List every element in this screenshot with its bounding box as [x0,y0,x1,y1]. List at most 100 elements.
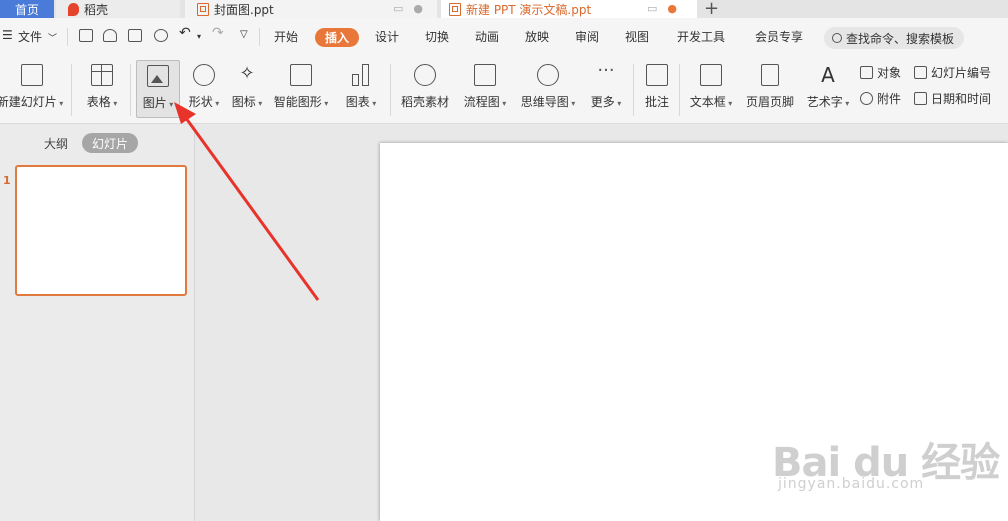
menu-slideshow[interactable]: 放映 [525,28,549,45]
icon-button[interactable]: ✧ 图标 ▾ [228,60,266,118]
more-label: 更多 [590,95,615,109]
menu-developer[interactable]: 开发工具 [677,28,725,45]
tab-file-new-tools: ▭ ● [647,2,677,15]
mindmap-button[interactable]: 思维导图 ▾ [518,60,578,118]
hamburger-menu-icon[interactable]: ☰ [2,28,13,42]
search-placeholder: 查找命令、搜索模板 [846,31,955,46]
more-button[interactable]: ··· 更多 ▾ [586,60,626,118]
dropdown-arrow-icon: ▾ [56,99,64,108]
monitor-icon[interactable]: ▭ [647,2,657,15]
shape-button[interactable]: 形状 ▾ [183,60,225,118]
table-icon [91,64,113,86]
chevron-down-icon[interactable]: ﹀ [48,31,57,44]
slide-number-button[interactable]: 幻灯片编号 [914,64,991,81]
redo-icon[interactable]: ↷ [212,25,224,41]
comment-button[interactable]: 批注 [640,60,674,118]
undo-icon[interactable]: ↶ [179,25,191,41]
ppt-file-icon [197,2,209,16]
object-label: 对象 [877,66,902,80]
undo-dropdown-icon[interactable]: ▾ [197,32,201,41]
slide-number-label: 幻灯片编号 [931,66,992,80]
dropdown-arrow-icon: ▾ [166,100,174,109]
menu-file[interactable]: 文件 [18,28,42,45]
ribbon-divider [130,64,131,116]
divider [67,28,68,46]
mindmap-label: 思维导图 [520,95,569,109]
menu-view[interactable]: 视图 [625,28,649,45]
tab-daoke-label: 稻壳 [84,2,109,17]
picture-icon [147,65,169,87]
flowchart-label: 流程图 [463,95,500,109]
attachment-button[interactable]: 附件 [860,90,901,107]
smartart-button[interactable]: 智能图形 ▾ [272,60,330,118]
chart-button[interactable]: 图表 ▾ [340,60,382,118]
customize-toolbar-icon[interactable]: ▽ [240,29,248,40]
table-button[interactable]: 表格 ▾ [81,60,123,118]
new-tab-plus-icon[interactable]: + [704,0,719,19]
daoke-logo-icon [68,2,79,16]
wordart-label: 艺术字 [806,95,843,109]
tab-bar: 首页 稻壳 封面图.ppt ▭ ● 新建 PPT 演示文稿.ppt ▭ ● + [0,0,1008,19]
calendar-icon [914,92,927,105]
picture-button[interactable]: 图片 ▾ [136,60,180,118]
tab-home[interactable]: 首页 [0,0,54,18]
dropdown-arrow-icon: ▾ [725,99,733,108]
slide-panel: 大纲 幻灯片 1 [0,125,195,521]
date-time-label: 日期和时间 [931,92,992,106]
save-icon[interactable] [79,29,93,42]
tab-file-cover-label: 封面图.ppt [214,2,274,17]
menu-insert[interactable]: 插入 [315,28,359,47]
header-footer-icon [761,64,779,86]
chart-label: 图表 [345,95,370,109]
monitor-icon[interactable]: ▭ [393,2,403,15]
unsaved-dot-icon: ● [667,2,678,15]
print-icon[interactable] [128,29,142,42]
tab-slides[interactable]: 幻灯片 [82,133,138,153]
ribbon-divider [71,64,72,116]
smartart-icon [290,64,312,86]
format-painter-icon[interactable] [103,29,117,42]
ribbon-divider [633,64,634,116]
slide-number-icon [914,66,927,79]
material-icon [414,64,436,86]
daoke-material-button[interactable]: 稻壳素材 [398,60,452,118]
object-button[interactable]: 对象 [860,64,901,81]
dropdown-arrow-icon: ▾ [568,99,576,108]
dropdown-arrow-icon: ▾ [842,99,850,108]
dropdown-arrow-icon: ▾ [614,99,622,108]
ribbon-toolbar: 新建幻灯片 ▾ 表格 ▾ 图片 ▾ 形状 ▾ ✧ 图标 ▾ 智能图形 ▾ 图表 … [0,56,1008,124]
tab-outline[interactable]: 大纲 [44,135,68,152]
tab-daoke[interactable]: 稻壳 [56,0,180,18]
baidu-watermark: Bai du 经验 jingyan.baidu.com [772,430,1000,500]
comment-icon [646,64,668,86]
date-time-button[interactable]: 日期和时间 [914,90,991,107]
chart-icon [350,64,372,86]
flowchart-icon [474,64,496,86]
shape-label: 形状 [188,95,213,109]
textbox-button[interactable]: 文本框 ▾ [686,60,736,118]
wordart-button[interactable]: A 艺术字 ▾ [804,60,852,118]
header-footer-button[interactable]: 页眉页脚 [744,60,796,118]
icon-library-icon: ✧ [239,63,255,84]
flowchart-button[interactable]: 流程图 ▾ [460,60,510,118]
ribbon-divider [390,64,391,116]
menu-member[interactable]: 会员专享 [755,28,803,45]
daoke-material-label: 稻壳素材 [400,95,449,109]
menu-transition[interactable]: 切换 [425,28,449,45]
divider [259,28,260,46]
command-search[interactable]: 查找命令、搜索模板 [824,27,964,49]
menu-bar: ☰ 文件 ﹀ ↶ ▾ ↷ ▽ 开始 插入 设计 切换 动画 放映 审阅 视图 开… [0,18,1008,56]
print-preview-icon[interactable] [154,29,168,42]
new-slide-icon [21,64,43,86]
slide-thumbnail[interactable] [15,165,187,296]
new-slide-button[interactable]: 新建幻灯片 ▾ [0,60,64,118]
attachment-label: 附件 [877,92,902,106]
menu-review[interactable]: 审阅 [575,28,599,45]
menu-design[interactable]: 设计 [375,28,399,45]
menu-animation[interactable]: 动画 [475,28,499,45]
menu-start[interactable]: 开始 [274,28,298,45]
tab-home-label: 首页 [14,2,39,17]
dropdown-arrow-icon: ▾ [255,99,263,108]
tab-file-new-label: 新建 PPT 演示文稿.ppt [466,2,592,17]
textbox-icon [700,64,722,86]
